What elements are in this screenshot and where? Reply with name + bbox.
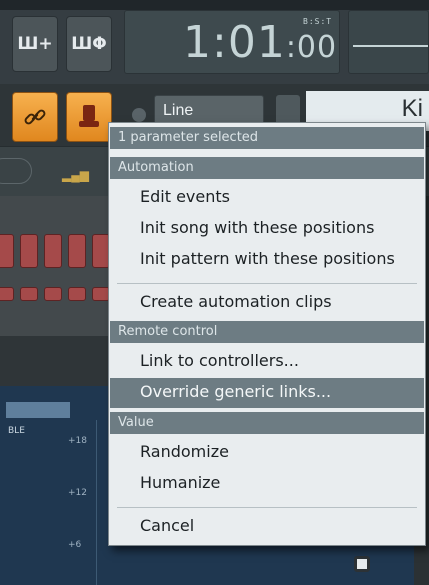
menu-item-create-automation-clips[interactable]: Create automation clips <box>110 288 424 318</box>
equalizer-icon[interactable]: ▂▄▆ <box>62 168 89 182</box>
link-button[interactable] <box>12 92 58 142</box>
song-position-format: B:S:T <box>303 17 333 26</box>
menu-item-edit-events[interactable]: Edit events <box>110 183 424 213</box>
db-mark: +6 <box>68 540 82 550</box>
menu-item-randomize[interactable]: Randomize <box>110 438 424 468</box>
db-mark: +18 <box>68 436 87 446</box>
menu-item-init-pattern[interactable]: Init pattern with these positions <box>110 245 424 275</box>
step-pad[interactable] <box>44 287 62 301</box>
knob-button[interactable] <box>66 92 112 142</box>
add-channel-button[interactable]: Ш+ <box>12 16 58 72</box>
mixer-track-label: BLE <box>8 426 25 436</box>
step-pad[interactable] <box>0 234 14 268</box>
waveform-display <box>348 10 429 74</box>
mixer-grid-line <box>96 420 97 585</box>
knob-icon <box>79 105 99 127</box>
song-position-display: 1:01:00 B:S:T <box>124 10 340 74</box>
step-pad[interactable] <box>68 234 86 268</box>
menu-item-init-song[interactable]: Init song with these positions <box>110 214 424 244</box>
section-header-automation: Automation <box>110 157 424 179</box>
context-menu: 1 parameter selected Automation Edit eve… <box>108 122 426 546</box>
menu-item-cancel[interactable]: Cancel <box>110 512 424 542</box>
menu-item-humanize[interactable]: Humanize <box>110 469 424 499</box>
loop-button[interactable]: ШΦ <box>66 16 112 72</box>
song-position-main: 1:01 <box>183 17 286 68</box>
song-position-sub: :00 <box>285 30 338 65</box>
record-toggle[interactable] <box>354 556 370 572</box>
db-mark: +12 <box>68 488 87 498</box>
menu-item-override-generic-links[interactable]: Override generic links... <box>110 378 424 408</box>
step-pad[interactable] <box>20 234 38 268</box>
menu-separator <box>117 283 417 284</box>
step-pad[interactable] <box>44 234 62 268</box>
section-header-value: Value <box>110 412 424 434</box>
step-pad[interactable] <box>20 287 38 301</box>
menu-item-link-to-controllers[interactable]: Link to controllers... <box>110 347 424 377</box>
line-mode-value: Line <box>163 102 194 119</box>
menu-separator <box>117 507 417 508</box>
instrument-name: Ki <box>401 95 423 122</box>
small-knob[interactable] <box>132 108 146 122</box>
menu-title: 1 parameter selected <box>110 127 424 149</box>
step-pad[interactable] <box>0 287 14 301</box>
toolbar-top-edge <box>0 0 429 10</box>
link-icon <box>24 109 46 125</box>
channel-filter-pill[interactable] <box>0 158 32 184</box>
step-pad[interactable] <box>68 287 86 301</box>
mixer-header-bar <box>6 402 70 418</box>
section-header-remote-control: Remote control <box>110 321 424 343</box>
